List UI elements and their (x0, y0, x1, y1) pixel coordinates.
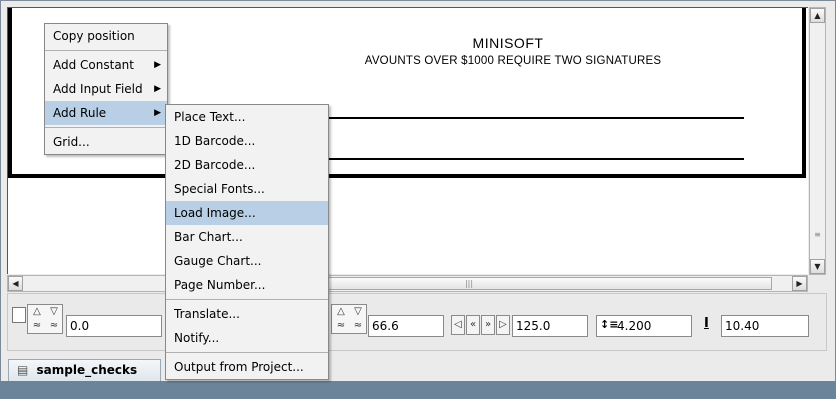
position-spinner[interactable]: △ ▽ ≈ ≈ (331, 304, 367, 334)
x-spinner[interactable]: △ ▽ ≈ ≈ (27, 304, 63, 334)
fast-up-icon[interactable]: ≈ (333, 319, 349, 333)
scroll-left-button[interactable]: ◀ (8, 276, 23, 291)
line-spacing-icon: ↕≡ (600, 318, 619, 331)
context-menu: Copy position Add Constant ▶ Add Input Fi… (44, 23, 168, 155)
signature-line-2[interactable] (328, 158, 744, 160)
menu-item-special-fonts[interactable]: Special Fonts... (166, 177, 328, 201)
menu-item-2d-barcode[interactable]: 2D Barcode... (166, 153, 328, 177)
menu-item-copy-position[interactable]: Copy position (45, 24, 167, 48)
menu-item-translate[interactable]: Translate... (166, 302, 328, 326)
scroll-up-button[interactable]: ▲ (810, 8, 825, 23)
add-rule-submenu: Place Text... 1D Barcode... 2D Barcode..… (165, 104, 329, 380)
document-icon: ▤ (17, 363, 29, 377)
vertical-scroll-thumb[interactable] (811, 28, 824, 228)
menu-separator (166, 299, 328, 300)
text-height-icon: I (704, 316, 709, 331)
menu-separator (166, 352, 328, 353)
last-icon[interactable]: » (481, 315, 495, 335)
property-toolbar: △ ▽ ≈ ≈ 0.0 △ ▽ ≈ ≈ 66.6 ◁ « » ▷ 125.0 4… (7, 293, 827, 351)
fast-down-icon[interactable]: ≈ (46, 319, 62, 333)
check-border-right (802, 8, 806, 176)
font-size-input[interactable]: 10.40 (721, 315, 809, 337)
down-arrow-icon[interactable]: ▽ (46, 305, 62, 319)
scroll-right-button[interactable]: ▶ (792, 276, 807, 291)
menu-item-gauge-chart[interactable]: Gauge Chart... (166, 249, 328, 273)
menu-separator (45, 50, 167, 51)
menu-item-notify[interactable]: Notify... (166, 326, 328, 350)
up-arrow-icon[interactable]: △ (29, 305, 45, 319)
check-border-left (8, 8, 12, 178)
page-icon (12, 307, 26, 323)
menu-item-1d-barcode[interactable]: 1D Barcode... (166, 129, 328, 153)
submenu-arrow-icon: ▶ (154, 60, 161, 70)
vertical-scrollbar[interactable]: ▲ ≡ ▼ (809, 7, 826, 275)
menu-item-load-image[interactable]: Load Image... (166, 201, 328, 225)
x-input[interactable]: 0.0 (66, 315, 162, 337)
prev-icon[interactable]: ◁ (451, 315, 465, 335)
menu-item-bar-chart[interactable]: Bar Chart... (166, 225, 328, 249)
check-border-bottom (8, 174, 806, 178)
check-subtitle[interactable]: AVOUNTS OVER $1000 REQUIRE TWO SIGNATURE… (278, 55, 748, 67)
tab-sample-checks[interactable]: ▤ sample_checks (8, 359, 161, 381)
first-icon[interactable]: « (466, 315, 480, 335)
menu-item-grid[interactable]: Grid... (45, 130, 167, 154)
scroll-down-button[interactable]: ▼ (810, 259, 825, 274)
menu-item-add-constant[interactable]: Add Constant ▶ (45, 53, 167, 77)
tab-label: sample_checks (36, 363, 138, 377)
menu-item-page-number[interactable]: Page Number... (166, 273, 328, 297)
menu-item-add-input-field[interactable]: Add Input Field ▶ (45, 77, 167, 101)
position-input[interactable]: 66.6 (368, 315, 444, 337)
signature-line-1[interactable] (328, 117, 744, 119)
up-arrow-icon[interactable]: △ (333, 305, 349, 319)
horizontal-scrollbar[interactable]: ◀ ||| ▶ (7, 275, 808, 292)
menu-separator (45, 127, 167, 128)
down-arrow-icon[interactable]: ▽ (350, 305, 366, 319)
menu-item-place-text[interactable]: Place Text... (166, 105, 328, 129)
next-icon[interactable]: ▷ (496, 315, 510, 335)
submenu-arrow-icon: ▶ (154, 84, 161, 94)
submenu-arrow-icon: ▶ (154, 108, 161, 118)
status-bar (0, 381, 836, 399)
check-title[interactable]: MINISOFT (408, 35, 608, 51)
fast-up-icon[interactable]: ≈ (29, 319, 45, 333)
fast-down-icon[interactable]: ≈ (350, 319, 366, 333)
menu-item-add-rule[interactable]: Add Rule ▶ (45, 101, 167, 125)
scroll-grip-icon: ≡ (814, 230, 821, 239)
page-input[interactable]: 125.0 (512, 315, 588, 337)
menu-item-output-from-project[interactable]: Output from Project... (166, 355, 328, 379)
